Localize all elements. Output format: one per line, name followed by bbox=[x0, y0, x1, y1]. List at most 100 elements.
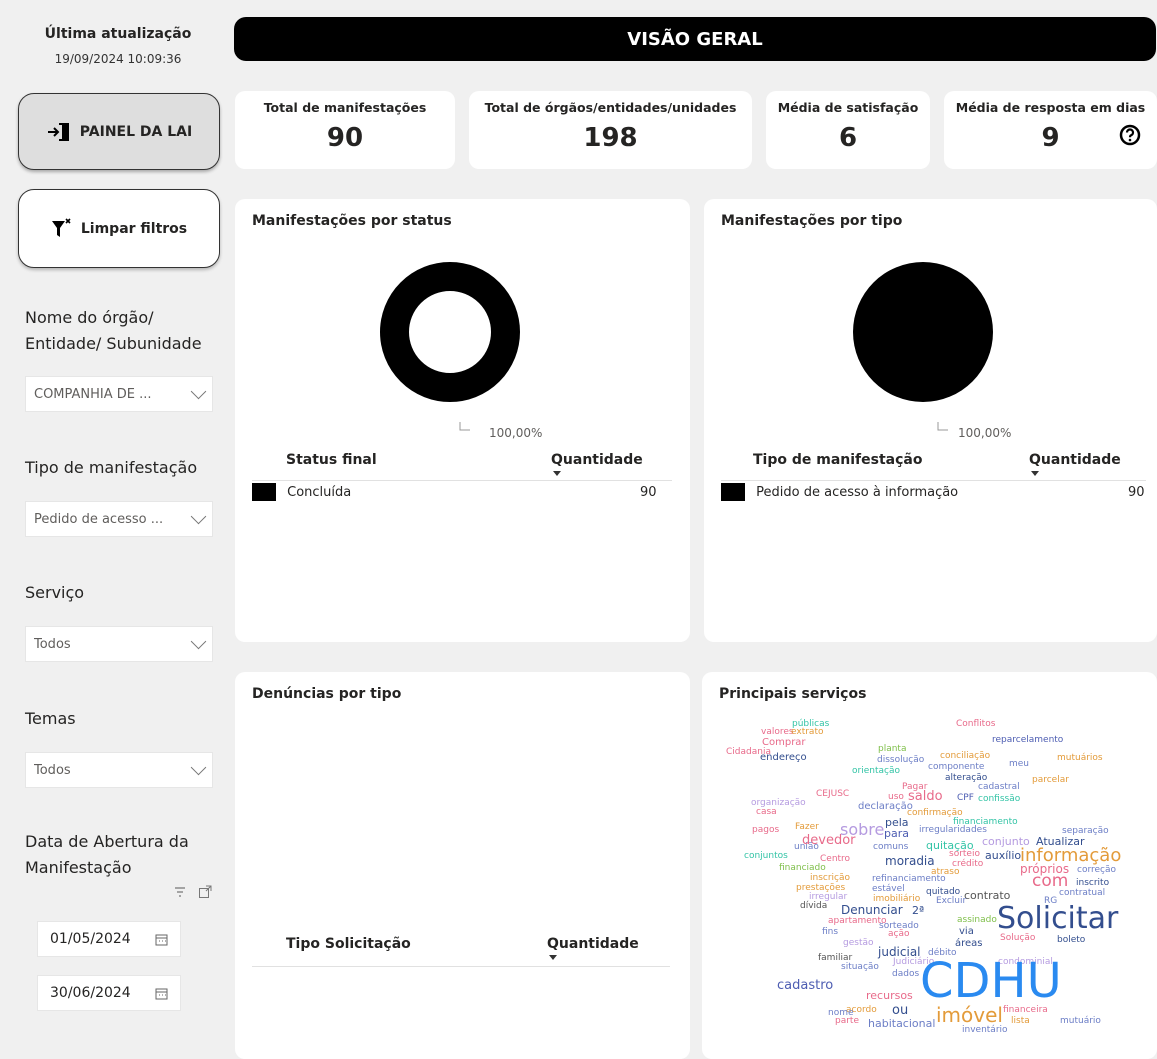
row-qty: 90 bbox=[640, 485, 657, 500]
word-cloud-term[interactable]: parte bbox=[835, 1017, 859, 1026]
word-cloud-term[interactable]: áreas bbox=[955, 939, 983, 949]
word-cloud-term[interactable]: via bbox=[959, 927, 974, 937]
word-cloud-term[interactable]: financiado bbox=[779, 864, 826, 873]
word-cloud-term[interactable]: inscrito bbox=[1076, 879, 1109, 888]
word-cloud-term[interactable]: endereço bbox=[760, 753, 807, 763]
word-cloud-term[interactable]: declaração bbox=[858, 802, 913, 812]
clear-filters-button[interactable]: Limpar filtros bbox=[18, 189, 220, 268]
col-tipo-manifestacao[interactable]: Tipo de manifestação bbox=[753, 452, 922, 468]
word-cloud-term[interactable]: planta bbox=[878, 745, 906, 754]
tipo-pie-chart[interactable] bbox=[853, 262, 1023, 442]
word-cloud-term[interactable]: refinanciamento bbox=[872, 875, 946, 884]
word-cloud-term[interactable]: mutuário bbox=[1060, 1017, 1101, 1026]
word-cloud-term[interactable]: mutuários bbox=[1057, 754, 1103, 763]
word-cloud-term[interactable]: auxílio bbox=[985, 850, 1021, 861]
temas-dropdown[interactable]: Todos bbox=[25, 752, 213, 788]
word-cloud-term[interactable]: para bbox=[884, 828, 909, 839]
word-cloud-term[interactable]: cadastral bbox=[978, 783, 1020, 792]
word-cloud-term[interactable]: pagos bbox=[752, 826, 779, 835]
tipo-card-title: Manifestações por tipo bbox=[721, 213, 903, 229]
painel-lai-button[interactable]: PAINEL DA LAI bbox=[18, 93, 220, 170]
word-cloud-term[interactable]: meu bbox=[1009, 760, 1029, 769]
word-cloud-term[interactable]: CPF bbox=[957, 794, 974, 803]
word-cloud-term[interactable]: Excluir bbox=[936, 897, 966, 906]
painel-lai-label: PAINEL DA LAI bbox=[79, 123, 193, 140]
row-qty: 90 bbox=[1128, 485, 1145, 500]
word-cloud-term[interactable]: lista bbox=[1011, 1017, 1030, 1026]
word-cloud-term[interactable]: conciliação bbox=[940, 752, 990, 761]
table-row[interactable]: Concluída bbox=[252, 483, 351, 501]
status-donut-chart[interactable] bbox=[380, 262, 550, 442]
kpi-label: Média de resposta em dias bbox=[955, 100, 1146, 115]
word-cloud-term[interactable]: união bbox=[794, 843, 819, 852]
col-status-final[interactable]: Status final bbox=[286, 452, 377, 468]
filter-options-icon[interactable] bbox=[173, 884, 187, 898]
col-quantidade[interactable]: Quantidade bbox=[551, 452, 643, 468]
word-cloud-term[interactable]: irregularidades bbox=[919, 826, 987, 835]
word-cloud-term[interactable]: ou bbox=[892, 1004, 908, 1017]
word-cloud-term[interactable]: sorteio bbox=[949, 850, 980, 859]
sort-desc-icon bbox=[553, 471, 561, 476]
word-cloud-term[interactable]: 2ª bbox=[912, 905, 924, 916]
kpi-value: 90 bbox=[326, 123, 364, 153]
word-cloud-term[interactable]: recursos bbox=[866, 990, 913, 1001]
word-cloud-term[interactable]: situação bbox=[841, 963, 879, 972]
word-cloud-term[interactable]: dados bbox=[892, 970, 919, 979]
word-cloud-term[interactable]: fins bbox=[822, 928, 838, 937]
word-cloud-term[interactable]: confissão bbox=[978, 795, 1020, 804]
col-tipo-solicitacao[interactable]: Tipo Solicitação bbox=[286, 936, 411, 952]
word-cloud-term[interactable]: Denunciar bbox=[841, 904, 903, 916]
servico-dropdown-value: Todos bbox=[34, 636, 71, 652]
word-cloud-term[interactable]: conjuntos bbox=[744, 852, 788, 861]
word-cloud-term[interactable]: CDHU bbox=[920, 957, 1062, 1005]
word-cloud-term[interactable]: Conflitos bbox=[956, 720, 995, 729]
word-cloud-term[interactable]: contratual bbox=[1059, 889, 1105, 898]
word-cloud-term[interactable]: orientação bbox=[852, 767, 900, 776]
word-cloud-term[interactable]: gestão bbox=[843, 939, 874, 948]
word-cloud-term[interactable]: inscrição bbox=[810, 874, 850, 883]
word-cloud-term[interactable]: dívida bbox=[800, 902, 827, 911]
word-cloud-term[interactable]: imóvel bbox=[936, 1005, 1003, 1025]
col-quantidade[interactable]: Quantidade bbox=[547, 936, 639, 952]
word-cloud-term[interactable]: contrato bbox=[964, 890, 1010, 901]
word-cloud-term[interactable]: financeira bbox=[1003, 1006, 1048, 1015]
word-cloud-term[interactable]: saldo bbox=[908, 790, 943, 803]
date-end-input[interactable]: 30/06/2024 bbox=[37, 975, 181, 1011]
word-cloud-term[interactable]: reparcelamento bbox=[992, 736, 1063, 745]
table-row[interactable]: Pedido de acesso à informação bbox=[721, 483, 958, 501]
word-cloud-term[interactable]: cadastro bbox=[777, 979, 833, 992]
word-cloud-term[interactable]: extrato bbox=[791, 728, 823, 737]
word-cloud-term[interactable]: dissolução bbox=[877, 756, 924, 765]
help-icon[interactable] bbox=[1119, 124, 1141, 146]
word-cloud-term[interactable]: moradia bbox=[885, 855, 935, 867]
servico-dropdown[interactable]: Todos bbox=[25, 626, 213, 662]
word-cloud-term[interactable]: habitacional bbox=[868, 1018, 935, 1029]
word-cloud-term[interactable]: sobre bbox=[840, 822, 884, 838]
filter-label-data: Data de Abertura da Manifestação bbox=[25, 832, 189, 877]
orgao-dropdown[interactable]: COMPANHIA DE ... bbox=[25, 376, 213, 412]
col-quantidade[interactable]: Quantidade bbox=[1029, 452, 1121, 468]
word-cloud-term[interactable]: valores bbox=[761, 728, 794, 737]
word-cloud-term[interactable]: ação bbox=[888, 930, 910, 939]
legend-swatch bbox=[721, 483, 745, 501]
date-start-input[interactable]: 01/05/2024 bbox=[37, 921, 181, 957]
table-divider bbox=[721, 480, 1146, 481]
word-cloud-term[interactable]: comuns bbox=[873, 843, 908, 852]
word-cloud-term[interactable]: correção bbox=[1077, 866, 1116, 875]
word-cloud-term[interactable]: boleto bbox=[1057, 936, 1085, 945]
word-cloud-term[interactable]: componente bbox=[928, 763, 984, 772]
focus-mode-icon[interactable] bbox=[198, 884, 212, 898]
word-cloud-term[interactable]: apartamento bbox=[828, 917, 887, 926]
word-cloud-term[interactable]: Solicitar bbox=[997, 904, 1118, 934]
word-cloud-term[interactable]: CEJUSC bbox=[816, 790, 849, 799]
word-cloud-term[interactable]: estável bbox=[872, 885, 905, 894]
word-cloud-term[interactable]: Solução bbox=[1000, 934, 1035, 943]
word-cloud-term[interactable]: Fazer bbox=[795, 823, 819, 832]
kpi-label: Total de órgãos/entidades/unidades bbox=[484, 100, 737, 115]
tipo-dropdown[interactable]: Pedido de acesso ... bbox=[25, 501, 213, 537]
word-cloud-term[interactable]: parcelar bbox=[1032, 776, 1069, 785]
word-cloud-term[interactable]: inventário bbox=[962, 1026, 1008, 1035]
filter-label-tipo: Tipo de manifestação bbox=[25, 458, 198, 477]
word-cloud-term[interactable]: casa bbox=[756, 808, 777, 817]
word-cloud-term[interactable]: assinado bbox=[957, 916, 997, 925]
